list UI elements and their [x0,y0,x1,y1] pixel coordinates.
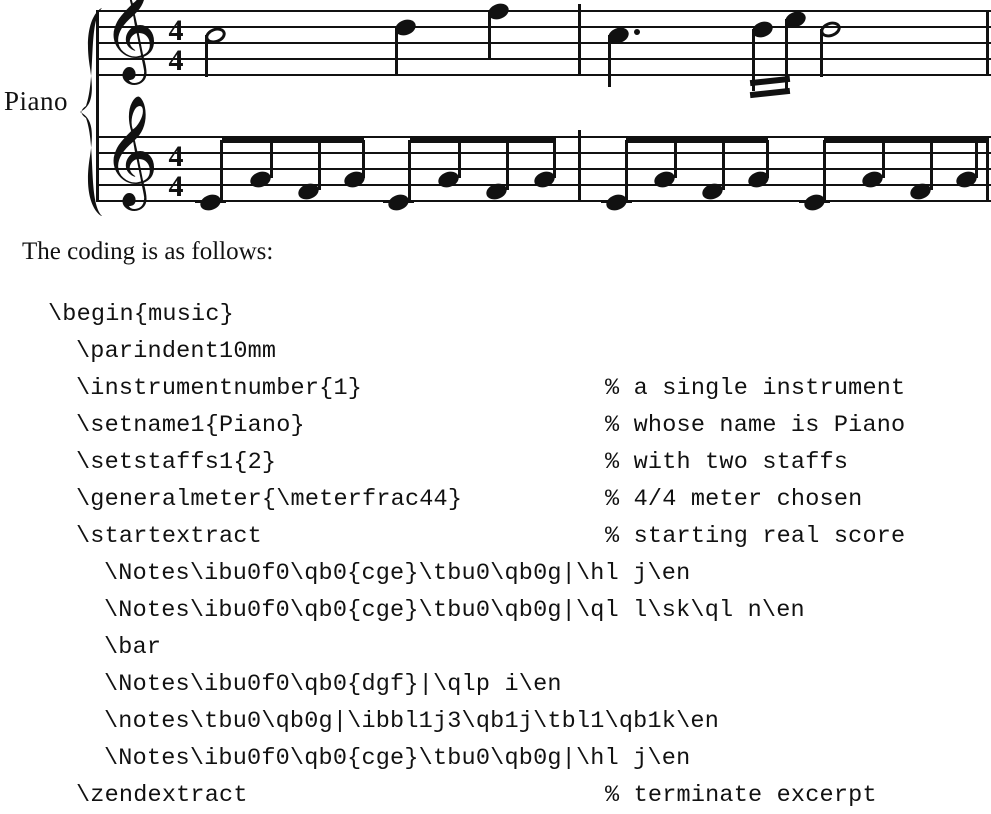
treble-clef-icon: 𝄞 [102,94,159,206]
note-stem [766,140,769,178]
time-signature-denominator: 4 [168,44,184,77]
note-stem [722,140,725,190]
code-line: \begin{music} [0,296,991,333]
beam-eighth [222,136,364,143]
code-line: \instrumentnumber{1} % a single instrumen… [0,370,991,407]
code-line: \Notes\ibu0f0\qb0{cge}\tbu0\qb0g|\hl j\e… [0,740,991,777]
code-line-text: \zendextract [76,782,248,809]
note-stem [220,140,223,200]
time-signature-upper: 4 4 [163,16,189,76]
code-line-text: \startextract [76,523,262,550]
note-stem [408,140,411,200]
code-line-text: \Notes\ibu0f0\qb0{cge}\tbu0\qb0g|\hl j\e… [104,745,691,772]
barline-end [986,10,989,76]
barline [578,130,581,202]
note-stem [820,29,823,77]
code-line-text: \bar [104,634,162,661]
note-stem [395,27,398,76]
note-stem [488,11,491,60]
note-stem [882,140,885,178]
code-line-text: \Notes\ibu0f0\qb0{dgf}|\qlp i\en [104,671,562,698]
note-stem [458,140,461,178]
code-line-text: \parindent10mm [76,338,277,365]
code-line-text: \generalmeter{\meterfrac44} [76,486,463,513]
code-line: \generalmeter{\meterfrac44} % 4/4 meter c… [0,481,991,518]
note-stem [506,140,509,190]
treble-clef-icon: 𝄞 [102,0,159,80]
beam-eighth [410,136,556,143]
time-signature-numerator: 4 [168,14,184,47]
code-line-text: \notes\tbu0\qb0g|\ibbl1j3\qb1j\tbl1\qb1k… [104,708,719,735]
code-line-comment: % a single instrument [605,375,906,402]
code-line: \Notes\ibu0f0\qb0{cge}\tbu0\qb0g|\hl j\e… [0,555,991,592]
note-stem [318,140,321,190]
code-line: \notes\tbu0\qb0g|\ibbl1j3\qb1j\tbl1\qb1k… [0,703,991,740]
barline-end [986,136,989,202]
code-line: \bar [0,629,991,666]
note-stem [823,140,826,200]
code-line: \parindent10mm [0,333,991,370]
code-line-text: \setstaffs1{2} [76,449,277,476]
note-stem [205,35,208,77]
code-line-text: \Notes\ibu0f0\qb0{cge}\tbu0\qb0g|\ql l\s… [104,597,805,624]
note-stem [608,35,611,87]
barline [578,4,581,76]
code-line-comment: % terminate excerpt [605,782,877,809]
code-line-comment: % with two staffs [605,449,849,476]
beam-eighth [626,136,768,143]
note-stem [625,140,628,200]
time-signature-numerator: 4 [168,140,184,173]
beam-eighth [824,136,986,143]
beam-sixteenth [749,87,791,99]
staff-lower [96,136,991,202]
code-line: \setstaffs1{2} % with two staffs [0,444,991,481]
code-line-text: \begin{music} [48,301,234,328]
staff-upper [96,10,991,76]
code-line-comment: % starting real score [605,523,906,550]
note-stem [270,140,273,178]
intro-paragraph: The coding is as follows: [22,238,274,265]
code-line-text: \setname1{Piano} [76,412,305,439]
note-stem [930,140,933,190]
code-listing: \begin{music} \parindent10mm \instrumentnu… [0,296,991,814]
code-line: \Notes\ibu0f0\qb0{dgf}|\qlp i\en [0,666,991,703]
code-line-text: \Notes\ibu0f0\qb0{cge}\tbu0\qb0g|\hl j\e… [104,560,691,587]
code-line-comment: % 4/4 meter chosen [605,486,863,513]
note-stem [553,140,556,178]
code-line: \zendextract % terminate excerpt [0,777,991,814]
staff-lines-upper [96,10,991,76]
code-line-text: \instrumentnumber{1} [76,375,363,402]
staff-lines-lower [96,136,991,202]
code-line: \startextract % starting real score [0,518,991,555]
instrument-label: Piano [4,86,69,116]
time-signature-lower: 4 4 [163,142,189,202]
time-signature-denominator: 4 [168,170,184,203]
code-line: \setname1{Piano} % whose name is Piano [0,407,991,444]
note-stem [362,140,365,178]
music-score: Piano 𝄞 4 4 𝄞 4 4 [0,0,991,228]
code-line: \Notes\ibu0f0\qb0{cge}\tbu0\qb0g|\ql l\s… [0,592,991,629]
note-stem [975,140,978,178]
augmentation-dot [634,29,640,35]
note-stem [674,140,677,178]
code-line-comment: % whose name is Piano [605,412,906,439]
